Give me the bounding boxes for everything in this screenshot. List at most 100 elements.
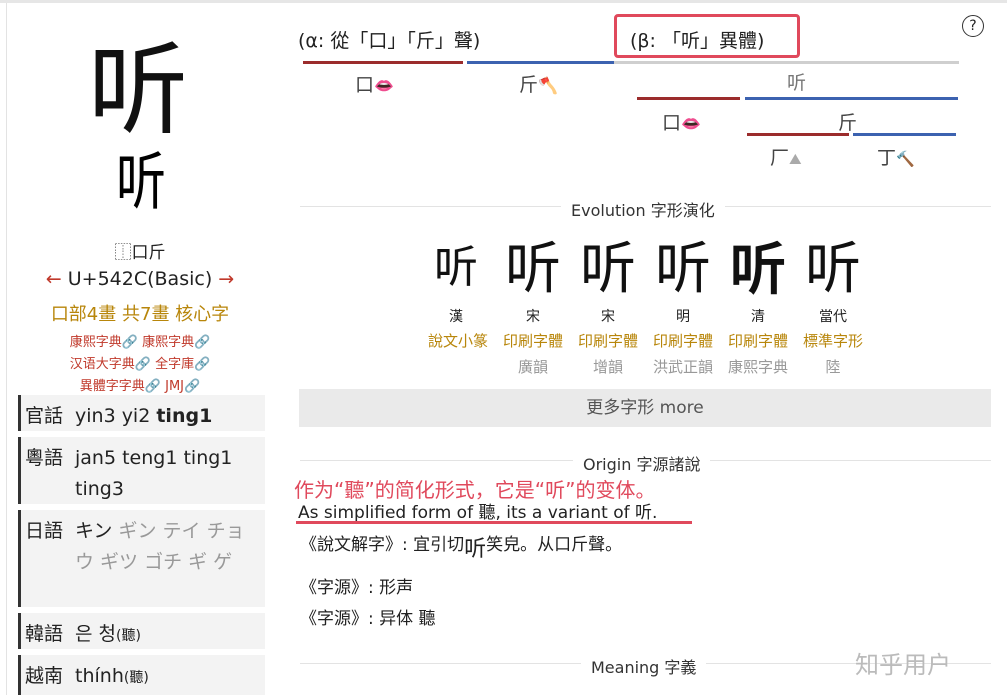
evolution-glyph[interactable]: 听 — [497, 238, 569, 302]
pron-lang-label: 粵語 — [25, 447, 64, 469]
pron-bold: ting1 — [156, 405, 213, 427]
pron-main: 은 청 — [75, 623, 116, 645]
evolution-glyph[interactable]: 听 — [420, 236, 492, 300]
component-breakdown: ⿰口斤 — [114, 243, 166, 263]
pron-value: キン ギン テイ チョウ ギツ ゴチ ギ ゲ — [75, 516, 260, 578]
shuowen-seal-glyph: 听 — [464, 537, 487, 562]
origin-ziyuan-2: 《字源》: 异体 聽 — [300, 609, 436, 629]
evolution-era: 宋 — [601, 309, 615, 325]
hammer-icon: 🔨 — [896, 150, 915, 168]
pron-note: (聽) — [116, 628, 141, 644]
link-icon: 🔗 — [184, 379, 201, 394]
pron-lang-label: 韓語 — [25, 623, 64, 645]
next-character-arrow[interactable]: → — [218, 268, 234, 290]
beta-sub-bar-blue — [853, 133, 956, 136]
evolution-glyph[interactable]: 听 — [797, 238, 869, 302]
shuowen-label: 《說文解字》: 宜引切 — [300, 535, 465, 555]
meaning-title: Meaning 字義 — [581, 654, 707, 678]
radical-info: 口部4畫 共7畫 核心字 — [50, 304, 230, 325]
origin-title: Origin 字源諸說 — [573, 451, 711, 475]
evolution-book: 康熙字典 — [727, 358, 788, 376]
prev-character-arrow[interactable]: ← — [46, 268, 62, 290]
seal-script-character: 听 — [116, 145, 166, 219]
part-char: 厂 — [770, 147, 790, 169]
pron-value: jan5 teng1 ting1 ting3 — [75, 447, 233, 500]
evolution-source[interactable]: 印刷字體 — [643, 330, 723, 351]
alpha-bar-blue — [467, 61, 614, 64]
dict-link-quanziku[interactable]: 全字庫 — [155, 357, 194, 372]
shuowen-text: 笑皃。从口斤聲。 — [486, 535, 623, 555]
part-char: 斤 — [519, 74, 539, 96]
evolution-book: 增韻 — [592, 358, 623, 376]
part-char: 口 — [355, 74, 375, 96]
lips-icon: 👄 — [681, 114, 701, 133]
beta-part-mouth: 口👄 — [662, 108, 701, 135]
main-character: 听 — [88, 32, 188, 149]
evolution-source[interactable]: 印刷字體 — [568, 330, 648, 351]
beta-sub-nail: 丁🔨 — [877, 143, 915, 170]
unicode-code: U+542C(Basic) — [67, 268, 213, 290]
evolution-source[interactable]: 說文小篆 — [418, 330, 498, 351]
dict-link-kangxi-2[interactable]: 康熙字典 — [142, 335, 194, 350]
evolution-era: 宋 — [526, 309, 540, 325]
alpha-part-mouth: 口👄 — [355, 70, 394, 97]
dict-links-row-1: 康熙字典🔗 康熙字典🔗 — [20, 331, 260, 350]
structure-beta: (β: 「听」異體) — [630, 30, 765, 52]
evolution-era: 當代 — [819, 309, 847, 325]
evolution-era: 明 — [676, 309, 690, 325]
evolution-book: 廣韻 — [517, 358, 548, 376]
evolution-source[interactable]: 標準字形 — [793, 330, 873, 351]
structure-alpha: (α: 從「口」「斤」聲) — [298, 30, 481, 52]
beta-part-axe: 斤 — [838, 112, 858, 134]
evolution-glyph[interactable]: 听 — [722, 238, 794, 302]
alpha-bar-red — [303, 61, 463, 64]
pron-mandarin: 官話 yin3 yi2 ting1 — [18, 395, 265, 431]
dict-link-kangxi-1[interactable]: 康熙字典 — [70, 335, 122, 350]
annotation-underline — [296, 521, 692, 524]
dict-link-yiti[interactable]: 異體字字典 — [80, 379, 145, 394]
evolution-book: 陸 — [825, 358, 841, 376]
pron-japanese: 日語 キン ギン テイ チョウ ギツ ゴチ ギ ゲ — [18, 510, 265, 607]
link-icon: 🔗 — [194, 335, 211, 350]
beta-sub-bar-red — [747, 133, 849, 136]
dict-link-hanyu[interactable]: 汉语大字典 — [70, 357, 135, 372]
evolution-glyph[interactable]: 听 — [572, 238, 644, 302]
beta-top-char: 听 — [787, 72, 807, 94]
pron-value: yin3 yi2 ting1 — [75, 401, 260, 432]
dict-links-row-2: 汉语大字典🔗 全字庫🔗 — [20, 353, 260, 372]
pron-main: キン — [75, 520, 113, 542]
cliff-icon: ⛰ — [789, 150, 802, 168]
evolution-source[interactable]: 印刷字體 — [718, 330, 798, 351]
pron-lang-label: 日語 — [25, 520, 64, 542]
dict-links-row-3: 異體字字典🔗 JMJ🔗 — [20, 375, 260, 394]
part-char: 口 — [662, 112, 682, 134]
link-icon: 🔗 — [144, 379, 161, 394]
part-char: 丁 — [877, 147, 897, 169]
pron-korean: 韓語 은 청(聽) — [18, 613, 265, 649]
pron-vietnamese: 越南 thính(聽) — [18, 655, 265, 695]
evolution-glyph[interactable]: 听 — [647, 238, 719, 302]
more-glyphs-button[interactable]: 更多字形 more — [299, 389, 991, 427]
origin-english: As simplified form of 聽, its a variant o… — [298, 503, 658, 523]
axe-icon: 🪓 — [538, 76, 558, 95]
beta-bar-grey — [614, 61, 959, 64]
watermark: 知乎用户 — [855, 651, 951, 679]
alpha-part-axe: 斤🪓 — [519, 70, 558, 97]
link-icon: 🔗 — [121, 335, 138, 350]
origin-ziyuan-1: 《字源》: 形声 — [300, 578, 414, 598]
link-icon: 🔗 — [194, 357, 211, 372]
pron-value: 은 청(聽) — [75, 619, 260, 652]
beta-sub-cliff: 厂⛰ — [770, 143, 802, 170]
pron-value: thính(聽) — [75, 661, 260, 694]
origin-shuowen: 《說文解字》: 宜引切听笑皃。从口斤聲。 — [300, 530, 622, 563]
unicode-nav: ← U+542C(Basic) → — [30, 268, 250, 290]
evolution-source[interactable]: 印刷字體 — [493, 330, 573, 351]
pron-note: (聽) — [123, 670, 149, 686]
lips-icon: 👄 — [374, 76, 394, 95]
pron-cantonese: 粵語 jan5 teng1 ting1 ting3 — [18, 437, 265, 504]
pron-lang-label: 越南 — [25, 665, 64, 687]
help-icon[interactable]: ? — [962, 15, 984, 37]
beta-bar-red — [637, 97, 740, 100]
evolution-book: 洪武正韻 — [652, 358, 713, 376]
dict-link-jmj[interactable]: JMJ — [165, 379, 184, 394]
